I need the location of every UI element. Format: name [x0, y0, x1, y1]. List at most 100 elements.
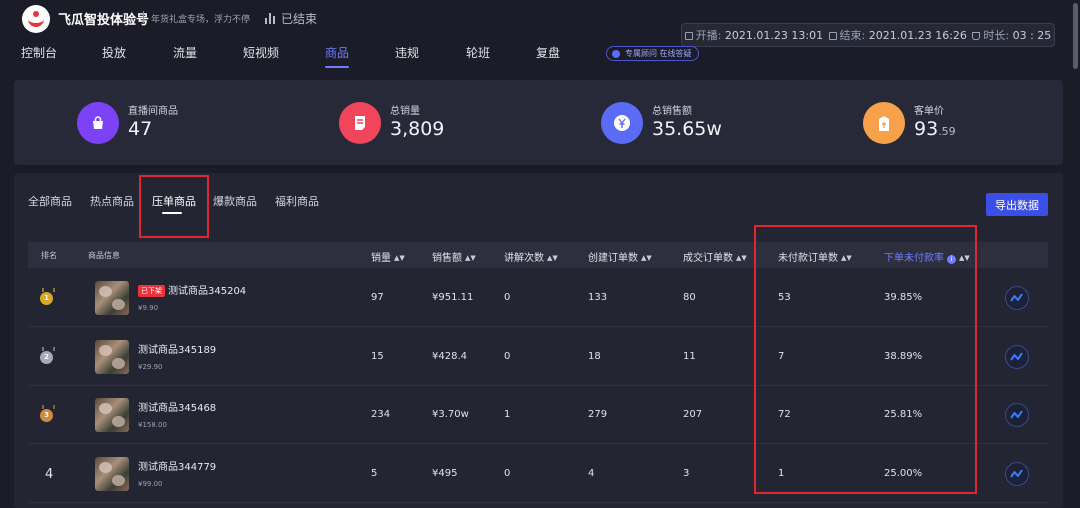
product-name[interactable]: 测试商品344779 — [138, 458, 216, 473]
trend-chart-button[interactable] — [1005, 461, 1029, 486]
trend-icon — [1010, 293, 1023, 302]
product-price: ¥29.90 — [138, 362, 163, 371]
highlight-box-unpaid — [754, 225, 977, 494]
duration-group: 时长: 03 : 25 — [972, 27, 1051, 43]
subtab-hot[interactable]: 热点商品 — [90, 193, 134, 209]
stat-label: 客单价 — [914, 106, 944, 117]
start-time-group: 开播: 2021.01.23 13:01 — [684, 27, 823, 43]
cell-explains: 0 — [504, 350, 511, 362]
product-thumbnail[interactable] — [95, 339, 129, 374]
subtab-bestseller[interactable]: 爆款商品 — [213, 193, 257, 209]
nav-ads[interactable]: 投放 — [102, 44, 126, 61]
live-status-text: 已结束 — [281, 12, 318, 26]
duration-label: 时长: — [983, 29, 1010, 42]
sort-icon: ▲▼ — [547, 254, 558, 262]
products-panel: 全部商品 热点商品 压单商品 爆款商品 福利商品 导出数据 排名 商品信息 销量… — [14, 173, 1063, 508]
product-price: ¥99.00 — [138, 479, 163, 488]
product-price: ¥9.90 — [138, 304, 159, 312]
cell-completed: 80 — [683, 292, 696, 303]
nav-short-video[interactable]: 短视频 — [243, 44, 279, 61]
yen-coin-icon — [601, 102, 643, 144]
sort-icon: ▲▼ — [465, 254, 476, 262]
stats-card: 直播间商品 47 总销量 3,809 总销售额 35.65w 客单价 93.59 — [14, 80, 1063, 165]
end-time-group: 结束: 2021.01.23 16:26 — [828, 27, 967, 43]
product-name[interactable]: 测试商品345468 — [138, 399, 216, 414]
cell-revenue: ¥428.4 — [432, 350, 467, 362]
cell-revenue: ¥3.70w — [432, 409, 469, 420]
trend-icon — [1010, 410, 1023, 419]
trend-icon — [1010, 351, 1023, 361]
export-data-button[interactable]: 导出数据 — [986, 193, 1048, 216]
stat-label: 总销售额 — [652, 106, 692, 117]
top-header: 飞瓜智投体验号 年货礼盒专场，浮力不停 已结束 开播: 2021.01.23 1… — [0, 0, 1080, 72]
cell-sales: 234 — [371, 409, 391, 420]
cell-sales: 97 — [371, 292, 384, 303]
product-name[interactable]: 测试商品345189 — [138, 341, 216, 356]
hourglass-icon — [972, 32, 981, 40]
nav-shifts[interactable]: 轮班 — [466, 44, 490, 61]
scrollbar-thumb[interactable] — [1073, 3, 1078, 69]
cell-created: 279 — [588, 409, 608, 420]
cell-completed: 3 — [683, 467, 690, 479]
col-created[interactable]: 创建订单数 ▲▼ — [588, 249, 652, 264]
end-time-value: 2021.01.23 16:26 — [868, 29, 967, 42]
cell-explains: 1 — [504, 409, 511, 420]
nav-traffic[interactable]: 流量 — [173, 44, 197, 61]
calendar-icon — [828, 32, 837, 40]
cell-completed: 207 — [683, 409, 703, 420]
consultant-chip[interactable]: 专属顾问 在线答疑 — [606, 46, 699, 61]
live-status: 已结束 — [265, 10, 317, 27]
product-thumbnail[interactable] — [95, 456, 129, 491]
cell-created: 18 — [588, 350, 601, 362]
duration-value: 03 : 25 — [1012, 29, 1052, 42]
nav-review[interactable]: 复盘 — [536, 44, 560, 61]
product-thumbnail[interactable] — [95, 398, 129, 432]
subtab-all[interactable]: 全部商品 — [28, 193, 72, 209]
cell-created: 133 — [588, 292, 608, 303]
document-icon — [339, 102, 381, 144]
trend-icon — [1010, 468, 1023, 478]
product-thumbnail[interactable] — [95, 281, 129, 315]
product-price: ¥158.00 — [138, 421, 167, 429]
nav-violations[interactable]: 违规 — [395, 44, 419, 61]
stat-label: 直播间商品 — [128, 106, 178, 117]
cell-explains: 0 — [504, 467, 511, 479]
trend-chart-button[interactable] — [1005, 403, 1029, 427]
bar-chart-icon — [265, 13, 275, 24]
trend-chart-button[interactable] — [1005, 286, 1029, 310]
col-rank: 排名 — [41, 251, 57, 260]
stat-value: 3,809 — [390, 118, 445, 140]
cell-explains: 0 — [504, 292, 511, 303]
sort-icon: ▲▼ — [641, 254, 652, 262]
delisted-badge: 已下架 — [138, 285, 165, 297]
col-explains[interactable]: 讲解次数 ▲▼ — [504, 249, 558, 264]
col-sales[interactable]: 销量 ▲▼ — [371, 249, 405, 264]
stat-value: 47 — [128, 118, 153, 140]
nav-console[interactable]: 控制台 — [21, 44, 57, 61]
medal-icon: 3 — [40, 405, 55, 422]
cell-sales: 15 — [371, 350, 384, 362]
trend-chart-button[interactable] — [1005, 344, 1029, 369]
price-tag-icon — [863, 102, 905, 144]
sort-icon: ▲▼ — [736, 254, 747, 262]
nav-products[interactable]: 商品 — [325, 44, 350, 68]
product-name[interactable]: 已下架 测试商品345204 — [138, 282, 246, 297]
stat-label: 总销量 — [390, 106, 420, 117]
col-info: 商品信息 — [88, 251, 120, 260]
medal-icon: 1 — [40, 288, 55, 305]
brand-logo-icon[interactable] — [22, 5, 50, 33]
subtab-welfare[interactable]: 福利商品 — [275, 193, 319, 209]
brand-name[interactable]: 飞瓜智投体验号 — [58, 9, 149, 28]
highlight-box-tab — [139, 175, 209, 238]
cell-completed: 11 — [683, 350, 696, 362]
cell-sales: 5 — [371, 467, 378, 479]
medal-icon: 2 — [40, 346, 55, 364]
live-slogan: 年货礼盒专场，浮力不停 — [151, 15, 251, 25]
stat-value: 35.65w — [652, 118, 722, 140]
col-completed[interactable]: 成交订单数 ▲▼ — [683, 249, 747, 264]
rank-number: 4 — [45, 466, 54, 482]
col-revenue[interactable]: 销售额 ▲▼ — [432, 249, 476, 264]
page-scrollbar[interactable] — [1071, 0, 1080, 508]
shopping-bag-icon — [77, 102, 119, 144]
cell-revenue: ¥951.11 — [432, 292, 474, 303]
